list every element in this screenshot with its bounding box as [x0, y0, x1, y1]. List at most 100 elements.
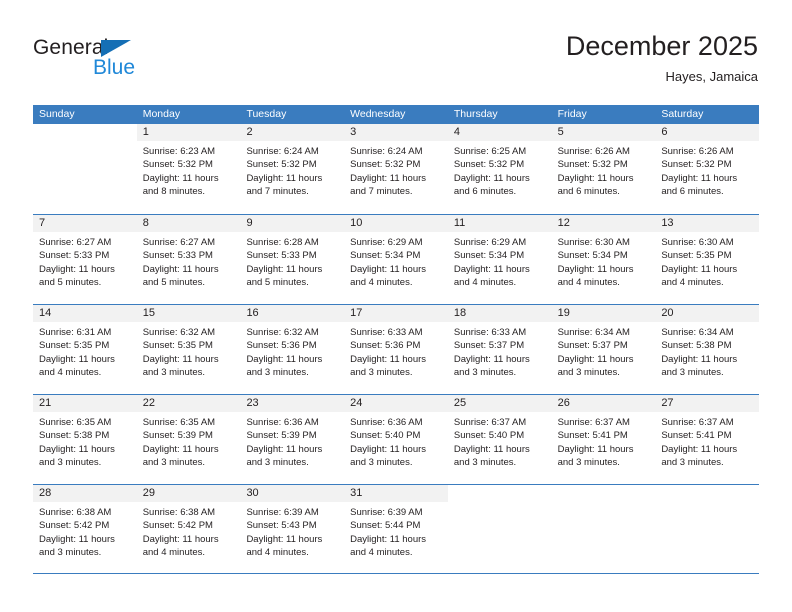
sunrise-text: Sunrise: 6:37 AM — [557, 417, 630, 428]
day-number: 1 — [142, 126, 149, 138]
day-number-band — [448, 485, 552, 502]
day-cell[interactable]: 14 Sunrise: 6:31 AM Sunset: 5:35 PM Dayligh… — [33, 305, 137, 394]
brand-logo[interactable]: General Blue — [33, 36, 213, 84]
day-cell[interactable]: 8 Sunrise: 6:27 AM Sunset: 5:33 PM Daylight… — [136, 215, 241, 304]
daylight-text: Daylight: 11 hours and 3 minutes. — [453, 353, 530, 378]
calendar-week-row: 21 Sunrise: 6:35 AM Sunset: 5:38 PM Dayligh… — [33, 394, 760, 484]
sunset-text: Sunset: 5:32 PM — [453, 159, 525, 171]
sunrise-text: Sunrise: 6:31 AM — [39, 327, 112, 338]
sunset-text: Sunset: 5:33 PM — [246, 250, 317, 262]
day-cell[interactable]: 13 Sunrise: 6:30 AM Sunset: 5:35 PM Dayligh… — [655, 215, 760, 304]
day-cell[interactable]: 20 Sunrise: 6:34 AM Sunset: 5:38 PM Dayligh… — [655, 305, 760, 394]
day-number-band: 1 — [136, 124, 241, 141]
sunrise-text: Sunrise: 6:29 AM — [453, 237, 527, 248]
calendar-week-row: 28 Sunrise: 6:38 AM Sunset: 5:42 PM Dayligh… — [33, 484, 759, 574]
day-cell[interactable]: 9 Sunrise: 6:28 AM Sunset: 5:33 PM Daylight… — [240, 215, 345, 304]
day-cell[interactable]: 17 Sunrise: 6:33 AM Sunset: 5:36 PM Dayligh… — [344, 305, 448, 394]
sunset-text: Sunset: 5:41 PM — [661, 430, 732, 442]
daylight-text: Daylight: 11 hours and 3 minutes. — [661, 353, 738, 378]
brand-name-blue: Blue — [93, 56, 136, 79]
day-number-band: 8 — [136, 215, 241, 232]
sunrise-text: Sunrise: 6:38 AM — [39, 507, 112, 518]
sunset-text: Sunset: 5:38 PM — [39, 430, 110, 442]
day-number: 30 — [246, 487, 259, 499]
day-cell[interactable]: 24 Sunrise: 6:36 AM Sunset: 5:40 PM Dayligh… — [344, 395, 448, 484]
day-cell[interactable]: 21 Sunrise: 6:35 AM Sunset: 5:38 PM Dayligh… — [33, 395, 137, 484]
day-cell[interactable]: 10 Sunrise: 6:29 AM Sunset: 5:34 PM Dayligh… — [344, 215, 448, 304]
day-cell[interactable]: 28 Sunrise: 6:38 AM Sunset: 5:42 PM Dayligh… — [33, 485, 137, 573]
day-info: Sunrise: 6:27 AM Sunset: 5:33 PM Daylight:… — [137, 232, 241, 289]
day-cell[interactable]: 12 Sunrise: 6:30 AM Sunset: 5:34 PM Dayligh… — [551, 215, 656, 304]
day-cell[interactable]: 6 Sunrise: 6:26 AM Sunset: 5:32 PM Daylight… — [655, 124, 760, 214]
weekday-header-saturday: Saturday — [661, 108, 704, 120]
day-cell[interactable]: 3 Sunrise: 6:24 AM Sunset: 5:32 PM Daylight… — [344, 124, 448, 214]
sunrise-text: Sunrise: 6:32 AM — [142, 327, 216, 338]
day-info: Sunrise: 6:29 AM Sunset: 5:34 PM Daylight:… — [344, 232, 448, 289]
daylight-text: Daylight: 11 hours and 6 minutes. — [557, 172, 634, 197]
sunrise-text: Sunrise: 6:38 AM — [142, 507, 216, 518]
day-cell[interactable]: 22 Sunrise: 6:35 AM Sunset: 5:39 PM Dayligh… — [136, 395, 241, 484]
sunset-text: Sunset: 5:36 PM — [246, 340, 317, 352]
weekday-header-monday: Monday — [142, 108, 181, 120]
sunset-text: Sunset: 5:35 PM — [661, 250, 732, 262]
sunrise-text: Sunrise: 6:34 AM — [661, 327, 734, 338]
day-cell[interactable]: 2 Sunrise: 6:24 AM Sunset: 5:32 PM Daylight… — [240, 124, 345, 214]
day-number-band — [552, 485, 656, 502]
day-number-band: 11 — [447, 215, 552, 232]
day-number: 27 — [661, 397, 674, 409]
day-number: 10 — [350, 217, 363, 229]
daylight-text: Daylight: 11 hours and 4 minutes. — [453, 263, 530, 288]
day-cell[interactable]: 4 Sunrise: 6:25 AM Sunset: 5:32 PM Daylight… — [447, 124, 552, 214]
day-number: 2 — [246, 126, 253, 138]
day-number-band: 27 — [655, 395, 760, 412]
day-cell[interactable]: 25 Sunrise: 6:37 AM Sunset: 5:40 PM Dayligh… — [447, 395, 552, 484]
day-cell[interactable]: 30 Sunrise: 6:39 AM Sunset: 5:43 PM Dayligh… — [240, 485, 345, 573]
day-cell[interactable]: 16 Sunrise: 6:32 AM Sunset: 5:36 PM Dayligh… — [240, 305, 345, 394]
day-info: Sunrise: 6:33 AM Sunset: 5:37 PM Daylight:… — [448, 322, 552, 379]
day-cell[interactable]: 23 Sunrise: 6:36 AM Sunset: 5:39 PM Dayligh… — [240, 395, 345, 484]
day-number-band: 5 — [551, 124, 656, 141]
daylight-text: Daylight: 11 hours and 4 minutes. — [246, 533, 323, 558]
sunrise-text: Sunrise: 6:29 AM — [350, 237, 423, 248]
sunrise-text: Sunrise: 6:36 AM — [350, 417, 423, 428]
day-cell[interactable]: 7 Sunrise: 6:27 AM Sunset: 5:33 PM Daylight… — [33, 215, 137, 304]
day-cell[interactable]: 27 Sunrise: 6:37 AM Sunset: 5:41 PM Dayligh… — [655, 395, 760, 484]
day-number: 21 — [39, 397, 52, 409]
day-number-band: 15 — [136, 305, 241, 322]
sunset-text: Sunset: 5:34 PM — [453, 250, 525, 262]
day-number-band: 26 — [551, 395, 656, 412]
day-cell[interactable]: 5 Sunrise: 6:26 AM Sunset: 5:32 PM Daylight… — [551, 124, 656, 214]
brand-triangle-icon — [101, 40, 131, 57]
day-cell[interactable]: 19 Sunrise: 6:34 AM Sunset: 5:37 PM Dayligh… — [551, 305, 656, 394]
sunrise-text: Sunrise: 6:25 AM — [453, 146, 527, 157]
sunset-text: Sunset: 5:40 PM — [453, 430, 525, 442]
sunrise-text: Sunrise: 6:32 AM — [246, 327, 319, 338]
sunrise-text: Sunrise: 6:36 AM — [246, 417, 319, 428]
day-cell[interactable]: 11 Sunrise: 6:29 AM Sunset: 5:34 PM Dayligh… — [447, 215, 552, 304]
sunset-text: Sunset: 5:33 PM — [39, 250, 110, 262]
day-cell[interactable]: 31 Sunrise: 6:39 AM Sunset: 5:44 PM Dayligh… — [344, 485, 448, 573]
day-number-band: 19 — [551, 305, 656, 322]
day-info: Sunrise: 6:34 AM Sunset: 5:38 PM Daylight:… — [655, 322, 759, 379]
day-cell[interactable]: 18 Sunrise: 6:33 AM Sunset: 5:37 PM Dayligh… — [447, 305, 552, 394]
day-cell[interactable]: 26 Sunrise: 6:37 AM Sunset: 5:41 PM Dayligh… — [551, 395, 656, 484]
day-cell[interactable]: 15 Sunrise: 6:32 AM Sunset: 5:35 PM Dayligh… — [136, 305, 241, 394]
sunset-text: Sunset: 5:33 PM — [142, 250, 213, 262]
sunset-text: Sunset: 5:32 PM — [246, 159, 317, 171]
day-number-band: 18 — [447, 305, 552, 322]
day-info: Sunrise: 6:35 AM Sunset: 5:39 PM Daylight:… — [137, 412, 241, 469]
calendar-weeks: 1 Sunrise: 6:23 AM Sunset: 5:32 PM Daylight… — [33, 124, 760, 574]
day-info: Sunrise: 6:23 AM Sunset: 5:32 PM Daylight:… — [137, 141, 241, 198]
day-cell[interactable]: 29 Sunrise: 6:38 AM Sunset: 5:42 PM Dayligh… — [136, 485, 241, 573]
sunrise-text: Sunrise: 6:30 AM — [661, 237, 734, 248]
day-number-band: 22 — [136, 395, 241, 412]
day-info: Sunrise: 6:37 AM Sunset: 5:41 PM Daylight:… — [552, 412, 656, 469]
sunrise-text: Sunrise: 6:35 AM — [39, 417, 112, 428]
day-info: Sunrise: 6:37 AM Sunset: 5:41 PM Daylight:… — [655, 412, 759, 469]
sunset-text: Sunset: 5:35 PM — [39, 340, 110, 352]
day-info: Sunrise: 6:26 AM Sunset: 5:32 PM Daylight:… — [552, 141, 656, 198]
daylight-text: Daylight: 11 hours and 3 minutes. — [557, 353, 634, 378]
day-cell[interactable]: 1 Sunrise: 6:23 AM Sunset: 5:32 PM Daylight… — [136, 124, 241, 214]
page-header: General Blue December 2025 Hayes, Jamaic… — [0, 0, 792, 100]
day-number: 22 — [142, 397, 155, 409]
